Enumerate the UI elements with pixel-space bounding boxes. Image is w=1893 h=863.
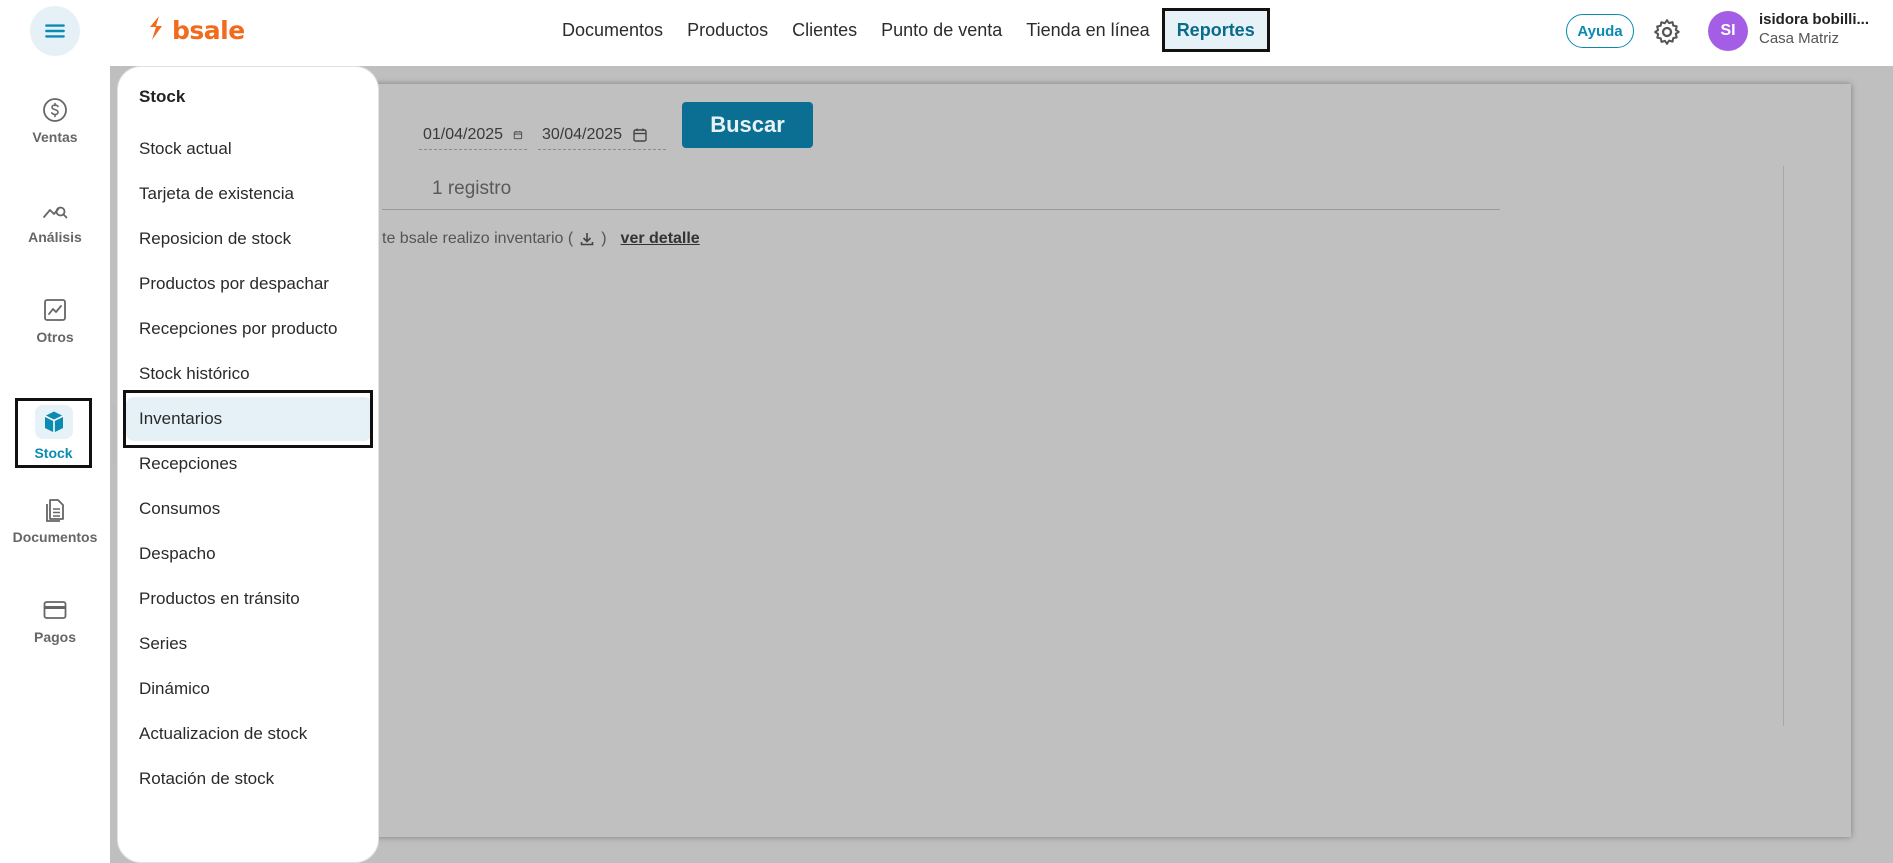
menu-item-rotacion-de-stock[interactable]: Rotación de stock bbox=[126, 757, 372, 801]
date-to-field[interactable]: 30/04/2025 bbox=[538, 120, 666, 150]
rail-label: Ventas bbox=[32, 129, 78, 145]
top-nav: Documentos Productos Clientes Punto de v… bbox=[550, 8, 1270, 52]
user-branch: Casa Matriz bbox=[1759, 30, 1840, 47]
menu-item-recepciones-por-producto[interactable]: Recepciones por producto bbox=[126, 307, 372, 351]
menu-item-recepciones[interactable]: Recepciones bbox=[126, 442, 372, 486]
box-icon bbox=[44, 411, 63, 433]
rail-label: Stock bbox=[34, 445, 73, 461]
analysis-icon bbox=[43, 206, 68, 219]
nav-documentos[interactable]: Documentos bbox=[550, 8, 675, 52]
rail-label: Análisis bbox=[28, 229, 82, 245]
menu-item-tarjeta-de-existencia[interactable]: Tarjeta de existencia bbox=[126, 172, 372, 216]
menu-item-consumos[interactable]: Consumos bbox=[126, 487, 372, 531]
rail-item-otros[interactable]: Otros bbox=[0, 286, 110, 356]
dollar-icon bbox=[43, 98, 67, 122]
rail-item-ventas[interactable]: Ventas bbox=[0, 86, 110, 156]
menu-title: Stock bbox=[139, 87, 186, 106]
gear-icon[interactable] bbox=[1652, 17, 1682, 47]
avatar[interactable]: SI bbox=[1708, 11, 1748, 51]
nav-tienda-en-linea[interactable]: Tienda en línea bbox=[1014, 8, 1161, 52]
rail-icon-box bbox=[34, 405, 73, 439]
rail-label: Otros bbox=[36, 329, 74, 345]
rail-item-analisis[interactable]: Análisis bbox=[0, 186, 110, 256]
menu-item-reposicion-de-stock[interactable]: Reposicion de stock bbox=[126, 217, 372, 261]
menu-item-stock-historico[interactable]: Stock histórico bbox=[126, 352, 372, 396]
help-button[interactable]: Ayuda bbox=[1566, 14, 1634, 48]
divider bbox=[1783, 166, 1784, 726]
date-from-value: 01/04/2025 bbox=[423, 125, 504, 143]
menu-item-dinamico[interactable]: Dinámico bbox=[126, 667, 372, 711]
user-name: isidora bobilli... bbox=[1759, 11, 1870, 28]
chart-box-icon bbox=[44, 299, 66, 321]
menu-item-inventarios[interactable]: Inventarios bbox=[126, 397, 372, 441]
menu-item-productos-por-despachar[interactable]: Productos por despachar bbox=[126, 262, 372, 306]
inventory-row: te bsale realizo inventario ( ) ver deta… bbox=[382, 230, 700, 248]
document-icon bbox=[46, 499, 64, 522]
menu-item-series[interactable]: Series bbox=[126, 622, 372, 666]
rail-item-documentos[interactable]: Documentos bbox=[0, 486, 110, 556]
left-rail: Ventas Análisis Otros Stock Documentos P… bbox=[0, 66, 110, 863]
card-icon bbox=[43, 601, 67, 619]
nav-clientes[interactable]: Clientes bbox=[780, 8, 869, 52]
search-button[interactable]: Buscar bbox=[682, 102, 813, 148]
menu-item-productos-en-transito[interactable]: Productos en tránsito bbox=[126, 577, 372, 621]
inventory-row-close: ) bbox=[601, 230, 607, 247]
report-card: 01/04/2025 30/04/2025 Buscar 1 registro … bbox=[342, 84, 1851, 837]
stock-menu: Stock Stock actual Tarjeta de existencia… bbox=[117, 66, 379, 863]
date-from-field[interactable]: 01/04/2025 bbox=[419, 120, 527, 150]
nav-reportes[interactable]: Reportes bbox=[1161, 8, 1270, 52]
view-detail-link[interactable]: ver detalle bbox=[621, 230, 700, 248]
rail-label: Documentos bbox=[12, 529, 98, 545]
nav-productos[interactable]: Productos bbox=[675, 8, 780, 52]
hamburger-button[interactable] bbox=[30, 6, 80, 56]
download-icon[interactable] bbox=[579, 231, 595, 247]
records-count: 1 registro bbox=[382, 178, 1500, 210]
date-to-value: 30/04/2025 bbox=[542, 125, 623, 143]
menu-item-actualizacion-de-stock[interactable]: Actualizacion de stock bbox=[126, 712, 372, 756]
bsale-logo[interactable]: bsale bbox=[146, 14, 245, 47]
inventory-row-text: te bsale realizo inventario ( bbox=[382, 230, 574, 247]
nav-punto-de-venta[interactable]: Punto de venta bbox=[869, 8, 1014, 52]
hamburger-icon bbox=[45, 24, 65, 38]
rail-item-pagos[interactable]: Pagos bbox=[0, 586, 110, 656]
menu-item-despacho[interactable]: Despacho bbox=[126, 532, 372, 576]
rail-item-stock[interactable]: Stock bbox=[15, 398, 92, 468]
calendar-icon bbox=[633, 128, 647, 142]
brand-name: bsale bbox=[172, 16, 245, 45]
user-info[interactable]: isidora bobilli... Casa Matriz bbox=[1759, 11, 1889, 47]
bsale-logo-icon bbox=[146, 14, 166, 47]
top-bar: bsale Documentos Productos Clientes Punt… bbox=[0, 0, 1893, 66]
menu-item-stock-actual[interactable]: Stock actual bbox=[126, 127, 372, 171]
rail-label: Pagos bbox=[33, 629, 76, 645]
calendar-icon bbox=[513, 130, 523, 139]
